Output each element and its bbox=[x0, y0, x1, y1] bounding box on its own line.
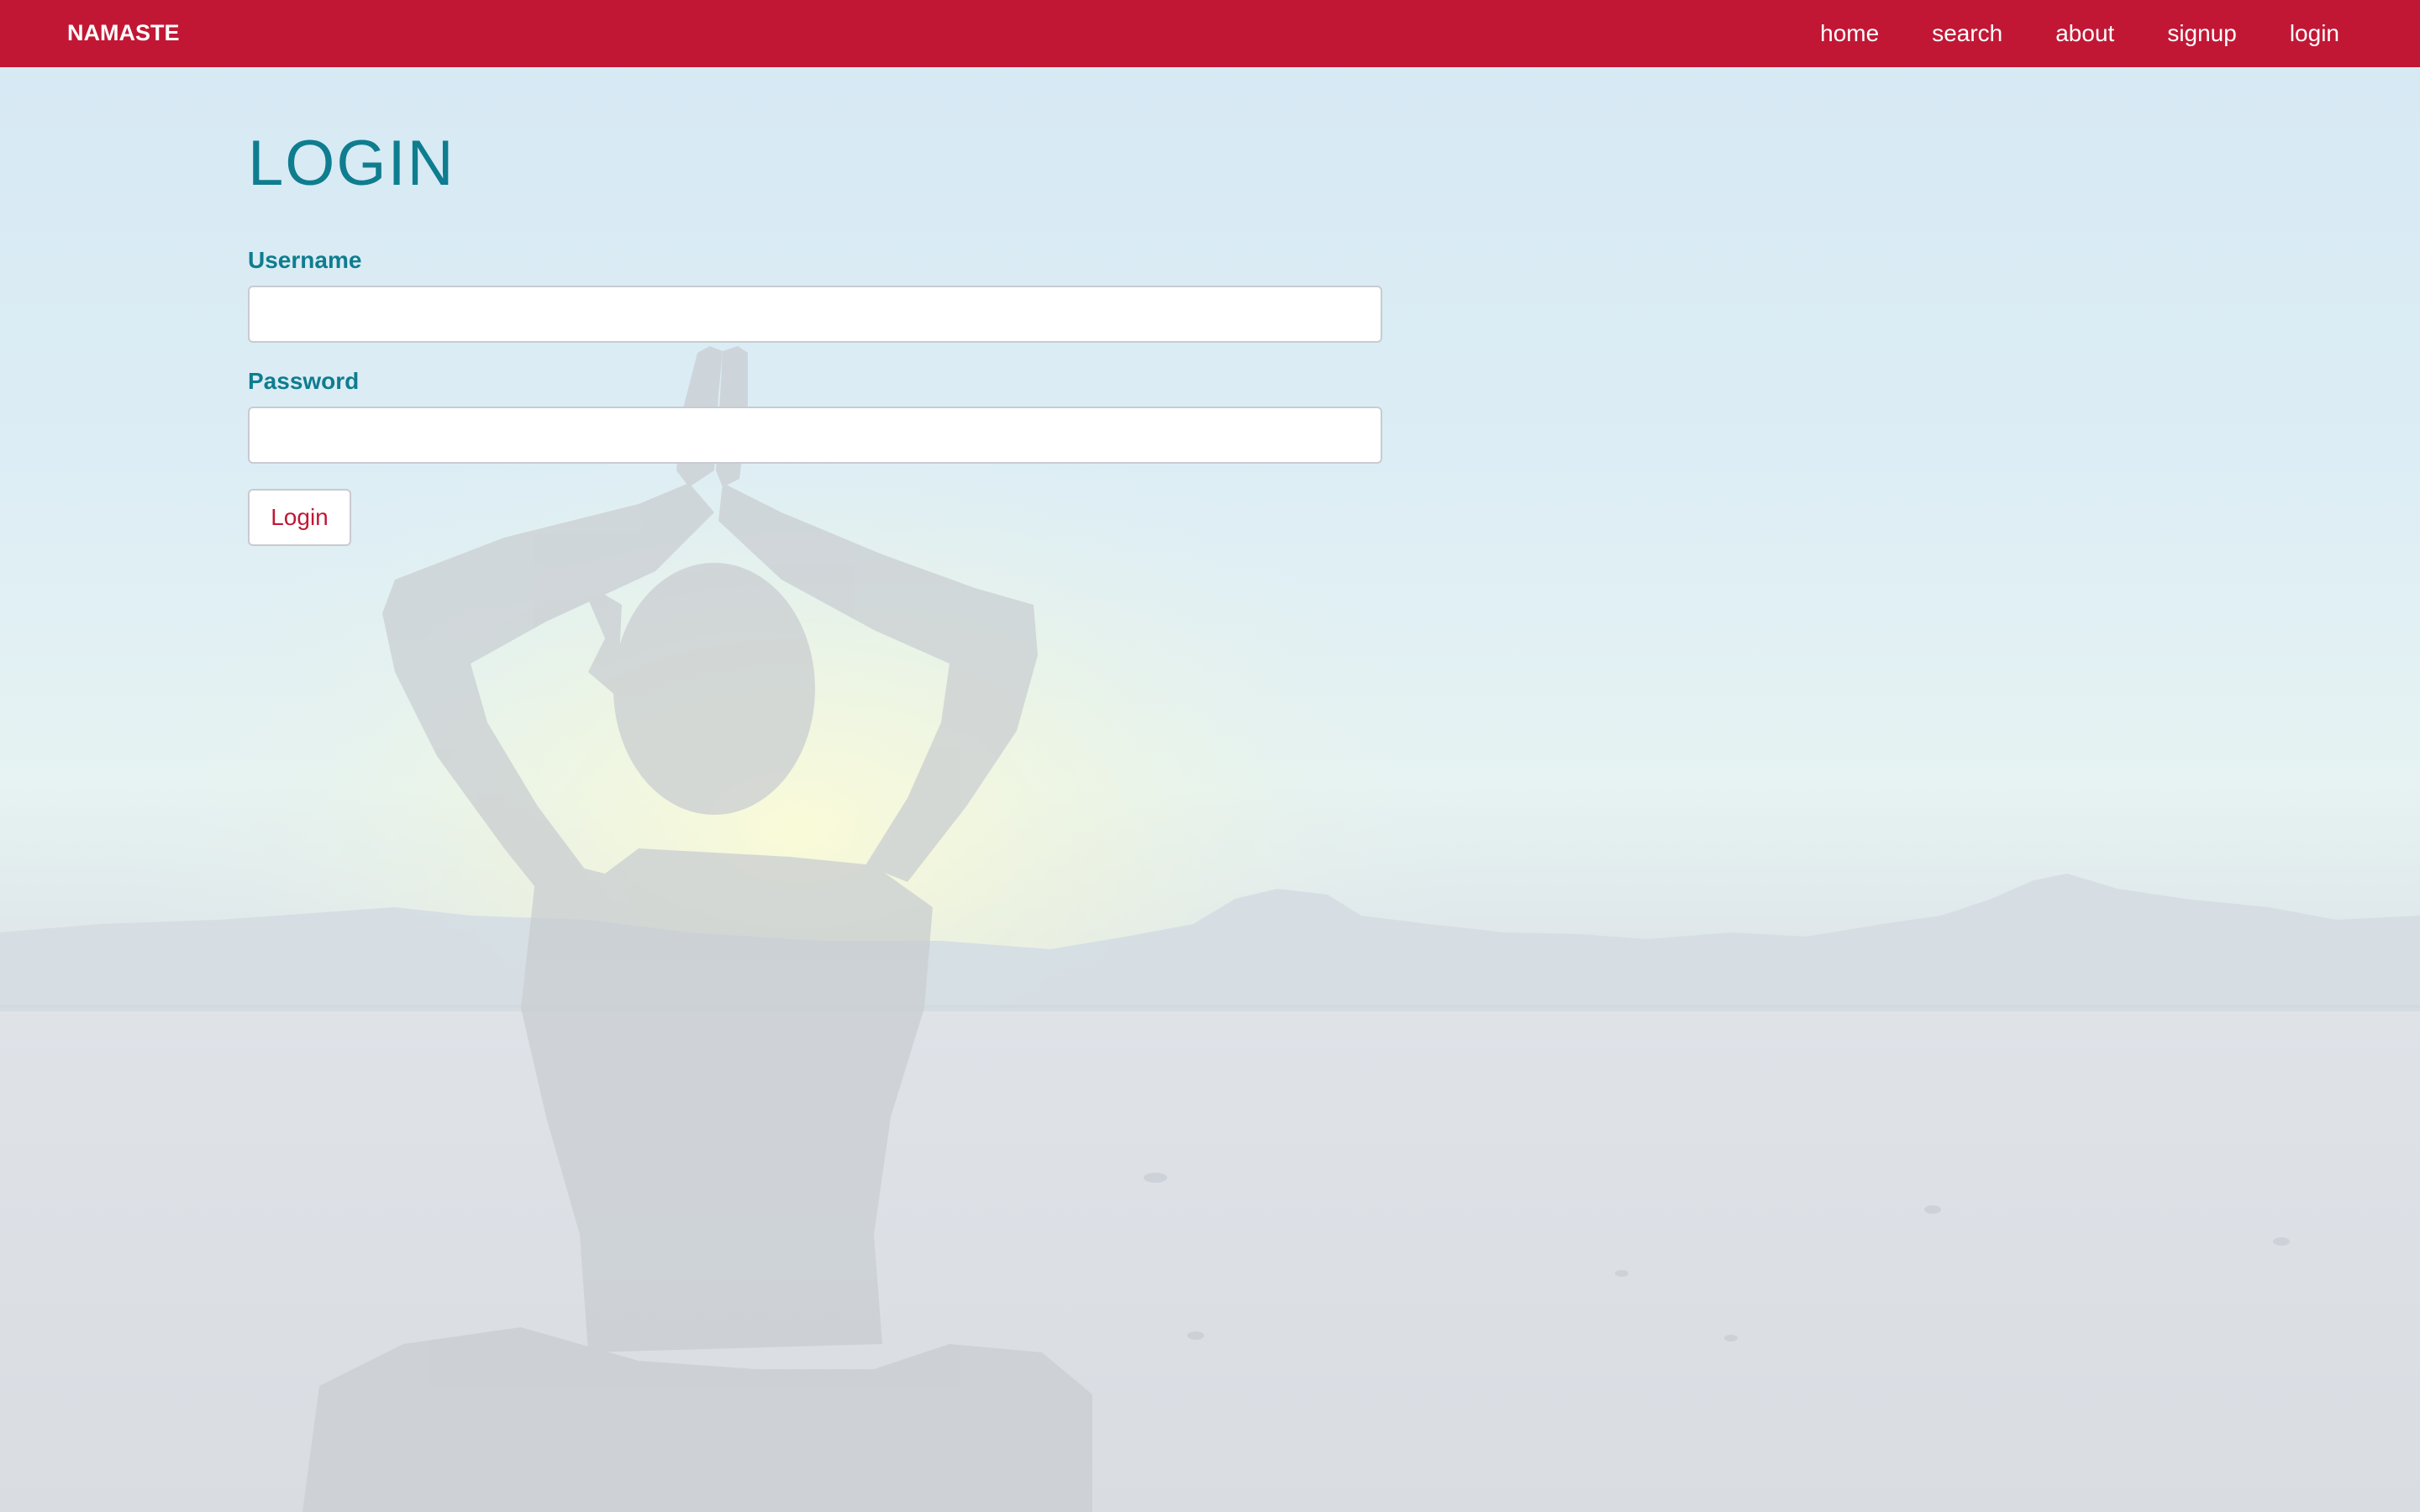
top-navbar: NAMASTE home search about signup login bbox=[0, 0, 2420, 67]
login-page: NAMASTE home search about signup login L… bbox=[0, 0, 2420, 1512]
password-label: Password bbox=[248, 368, 360, 394]
login-button[interactable]: Login bbox=[248, 489, 351, 546]
password-input[interactable] bbox=[248, 407, 1382, 464]
nav-link-about[interactable]: about bbox=[2055, 20, 2114, 47]
nav-link-search[interactable]: search bbox=[1932, 20, 2002, 47]
nav-link-home[interactable]: home bbox=[1820, 20, 1879, 47]
username-input[interactable] bbox=[248, 286, 1382, 343]
page-title: LOGIN bbox=[248, 128, 455, 199]
nav-link-signup[interactable]: signup bbox=[2167, 20, 2237, 47]
login-form-container: LOGIN Username Password Login bbox=[248, 126, 1382, 546]
username-label: Username bbox=[248, 247, 362, 273]
nav-link-login[interactable]: login bbox=[2290, 20, 2339, 47]
login-form: Username Password Login bbox=[248, 247, 1382, 546]
brand-logo[interactable]: NAMASTE bbox=[67, 0, 180, 67]
nav-menu: home search about signup login bbox=[1767, 0, 2339, 67]
